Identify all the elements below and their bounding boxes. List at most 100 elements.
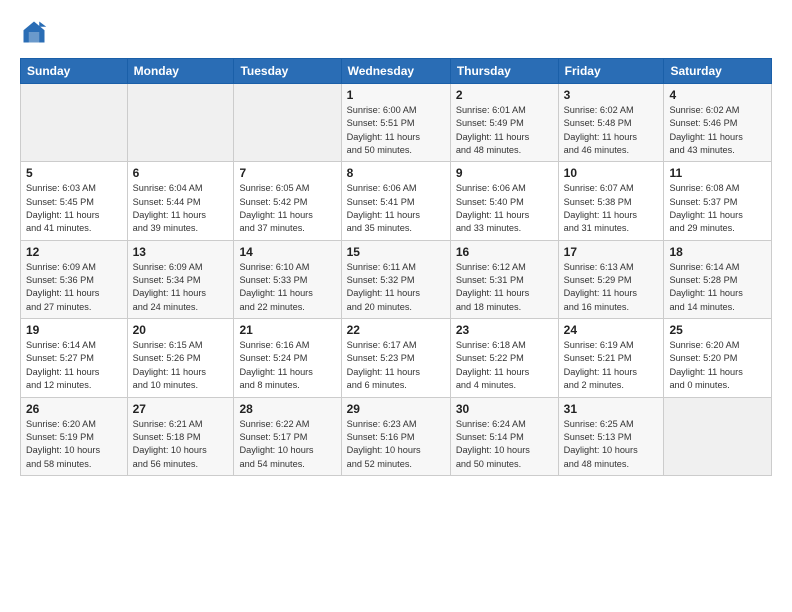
calendar-cell: 18 Sunrise: 6:14 AMSunset: 5:28 PMDayligh… xyxy=(664,240,772,318)
day-info: Sunrise: 6:16 AMSunset: 5:24 PMDaylight:… xyxy=(239,339,335,392)
calendar-week-3: 12 Sunrise: 6:09 AMSunset: 5:36 PMDayligh… xyxy=(21,240,772,318)
day-number: 23 xyxy=(456,323,553,337)
day-number: 6 xyxy=(133,166,229,180)
day-number: 29 xyxy=(347,402,445,416)
calendar-cell xyxy=(127,84,234,162)
day-number: 24 xyxy=(564,323,659,337)
calendar-cell: 30 Sunrise: 6:24 AMSunset: 5:14 PMDayligh… xyxy=(450,397,558,475)
calendar-cell: 4 Sunrise: 6:02 AMSunset: 5:46 PMDaylight… xyxy=(664,84,772,162)
day-number: 19 xyxy=(26,323,122,337)
day-info: Sunrise: 6:18 AMSunset: 5:22 PMDaylight:… xyxy=(456,339,553,392)
day-info: Sunrise: 6:09 AMSunset: 5:36 PMDaylight:… xyxy=(26,261,122,314)
logo-icon xyxy=(20,18,48,46)
calendar-cell: 9Sunrise: 6:06 AMSunset: 5:40 PMDaylight… xyxy=(450,162,558,240)
calendar-cell: 10 Sunrise: 6:07 AMSunset: 5:38 PMDayligh… xyxy=(558,162,664,240)
calendar-cell: 21Sunrise: 6:16 AMSunset: 5:24 PMDayligh… xyxy=(234,319,341,397)
calendar-cell: 13 Sunrise: 6:09 AMSunset: 5:34 PMDayligh… xyxy=(127,240,234,318)
day-number: 31 xyxy=(564,402,659,416)
logo xyxy=(20,18,52,46)
weekday-header-monday: Monday xyxy=(127,59,234,84)
calendar-cell: 20 Sunrise: 6:15 AMSunset: 5:26 PMDayligh… xyxy=(127,319,234,397)
calendar-cell: 16 Sunrise: 6:12 AMSunset: 5:31 PMDayligh… xyxy=(450,240,558,318)
calendar-cell: 5 Sunrise: 6:03 AMSunset: 5:45 PMDaylight… xyxy=(21,162,128,240)
calendar-table: SundayMondayTuesdayWednesdayThursdayFrid… xyxy=(20,58,772,476)
header xyxy=(20,18,772,46)
day-info: Sunrise: 6:15 AMSunset: 5:26 PMDaylight:… xyxy=(133,339,229,392)
calendar-cell: 28Sunrise: 6:22 AMSunset: 5:17 PMDayligh… xyxy=(234,397,341,475)
day-info: Sunrise: 6:07 AMSunset: 5:38 PMDaylight:… xyxy=(564,182,659,235)
calendar-week-2: 5 Sunrise: 6:03 AMSunset: 5:45 PMDaylight… xyxy=(21,162,772,240)
day-number: 28 xyxy=(239,402,335,416)
calendar-week-1: 1 Sunrise: 6:00 AMSunset: 5:51 PMDaylight… xyxy=(21,84,772,162)
page: SundayMondayTuesdayWednesdayThursdayFrid… xyxy=(0,0,792,612)
day-info: Sunrise: 6:03 AMSunset: 5:45 PMDaylight:… xyxy=(26,182,122,235)
day-info: Sunrise: 6:09 AMSunset: 5:34 PMDaylight:… xyxy=(133,261,229,314)
day-number: 3 xyxy=(564,88,659,102)
calendar-week-5: 26Sunrise: 6:20 AMSunset: 5:19 PMDayligh… xyxy=(21,397,772,475)
day-number: 2 xyxy=(456,88,553,102)
calendar-cell: 17 Sunrise: 6:13 AMSunset: 5:29 PMDayligh… xyxy=(558,240,664,318)
day-info: Sunrise: 6:25 AMSunset: 5:13 PMDaylight:… xyxy=(564,418,659,471)
day-number: 1 xyxy=(347,88,445,102)
weekday-header-saturday: Saturday xyxy=(664,59,772,84)
calendar-cell: 26Sunrise: 6:20 AMSunset: 5:19 PMDayligh… xyxy=(21,397,128,475)
day-info: Sunrise: 6:13 AMSunset: 5:29 PMDaylight:… xyxy=(564,261,659,314)
day-info: Sunrise: 6:02 AMSunset: 5:46 PMDaylight:… xyxy=(669,104,766,157)
calendar-cell: 3 Sunrise: 6:02 AMSunset: 5:48 PMDaylight… xyxy=(558,84,664,162)
weekday-header-thursday: Thursday xyxy=(450,59,558,84)
day-number: 30 xyxy=(456,402,553,416)
calendar-week-4: 19 Sunrise: 6:14 AMSunset: 5:27 PMDayligh… xyxy=(21,319,772,397)
day-info: Sunrise: 6:00 AMSunset: 5:51 PMDaylight:… xyxy=(347,104,445,157)
day-info: Sunrise: 6:05 AMSunset: 5:42 PMDaylight:… xyxy=(239,182,335,235)
calendar-cell xyxy=(664,397,772,475)
day-info: Sunrise: 6:06 AMSunset: 5:40 PMDaylight:… xyxy=(456,182,553,235)
day-number: 20 xyxy=(133,323,229,337)
day-number: 5 xyxy=(26,166,122,180)
day-info: Sunrise: 6:17 AMSunset: 5:23 PMDaylight:… xyxy=(347,339,445,392)
day-info: Sunrise: 6:08 AMSunset: 5:37 PMDaylight:… xyxy=(669,182,766,235)
day-info: Sunrise: 6:06 AMSunset: 5:41 PMDaylight:… xyxy=(347,182,445,235)
day-info: Sunrise: 6:02 AMSunset: 5:48 PMDaylight:… xyxy=(564,104,659,157)
calendar-cell: 31 Sunrise: 6:25 AMSunset: 5:13 PMDayligh… xyxy=(558,397,664,475)
day-number: 17 xyxy=(564,245,659,259)
calendar-cell: 11Sunrise: 6:08 AMSunset: 5:37 PMDayligh… xyxy=(664,162,772,240)
calendar-cell: 8 Sunrise: 6:06 AMSunset: 5:41 PMDaylight… xyxy=(341,162,450,240)
weekday-header-wednesday: Wednesday xyxy=(341,59,450,84)
calendar-cell: 6 Sunrise: 6:04 AMSunset: 5:44 PMDaylight… xyxy=(127,162,234,240)
calendar-cell: 23 Sunrise: 6:18 AMSunset: 5:22 PMDayligh… xyxy=(450,319,558,397)
calendar-cell: 22 Sunrise: 6:17 AMSunset: 5:23 PMDayligh… xyxy=(341,319,450,397)
calendar-cell: 2 Sunrise: 6:01 AMSunset: 5:49 PMDaylight… xyxy=(450,84,558,162)
day-info: Sunrise: 6:20 AMSunset: 5:19 PMDaylight:… xyxy=(26,418,122,471)
day-info: Sunrise: 6:12 AMSunset: 5:31 PMDaylight:… xyxy=(456,261,553,314)
weekday-header-friday: Friday xyxy=(558,59,664,84)
calendar-cell xyxy=(234,84,341,162)
day-number: 18 xyxy=(669,245,766,259)
day-info: Sunrise: 6:11 AMSunset: 5:32 PMDaylight:… xyxy=(347,261,445,314)
day-info: Sunrise: 6:04 AMSunset: 5:44 PMDaylight:… xyxy=(133,182,229,235)
day-number: 14 xyxy=(239,245,335,259)
day-info: Sunrise: 6:23 AMSunset: 5:16 PMDaylight:… xyxy=(347,418,445,471)
weekday-header-tuesday: Tuesday xyxy=(234,59,341,84)
weekday-header-row: SundayMondayTuesdayWednesdayThursdayFrid… xyxy=(21,59,772,84)
day-number: 15 xyxy=(347,245,445,259)
calendar-cell: 12 Sunrise: 6:09 AMSunset: 5:36 PMDayligh… xyxy=(21,240,128,318)
day-info: Sunrise: 6:19 AMSunset: 5:21 PMDaylight:… xyxy=(564,339,659,392)
calendar-cell: 19 Sunrise: 6:14 AMSunset: 5:27 PMDayligh… xyxy=(21,319,128,397)
day-number: 12 xyxy=(26,245,122,259)
day-number: 16 xyxy=(456,245,553,259)
calendar-cell: 14 Sunrise: 6:10 AMSunset: 5:33 PMDayligh… xyxy=(234,240,341,318)
day-number: 25 xyxy=(669,323,766,337)
weekday-header-sunday: Sunday xyxy=(21,59,128,84)
day-number: 4 xyxy=(669,88,766,102)
day-info: Sunrise: 6:20 AMSunset: 5:20 PMDaylight:… xyxy=(669,339,766,392)
day-info: Sunrise: 6:01 AMSunset: 5:49 PMDaylight:… xyxy=(456,104,553,157)
day-number: 13 xyxy=(133,245,229,259)
day-info: Sunrise: 6:24 AMSunset: 5:14 PMDaylight:… xyxy=(456,418,553,471)
day-number: 22 xyxy=(347,323,445,337)
day-number: 8 xyxy=(347,166,445,180)
day-info: Sunrise: 6:14 AMSunset: 5:28 PMDaylight:… xyxy=(669,261,766,314)
day-info: Sunrise: 6:10 AMSunset: 5:33 PMDaylight:… xyxy=(239,261,335,314)
day-number: 7 xyxy=(239,166,335,180)
day-info: Sunrise: 6:14 AMSunset: 5:27 PMDaylight:… xyxy=(26,339,122,392)
day-number: 10 xyxy=(564,166,659,180)
